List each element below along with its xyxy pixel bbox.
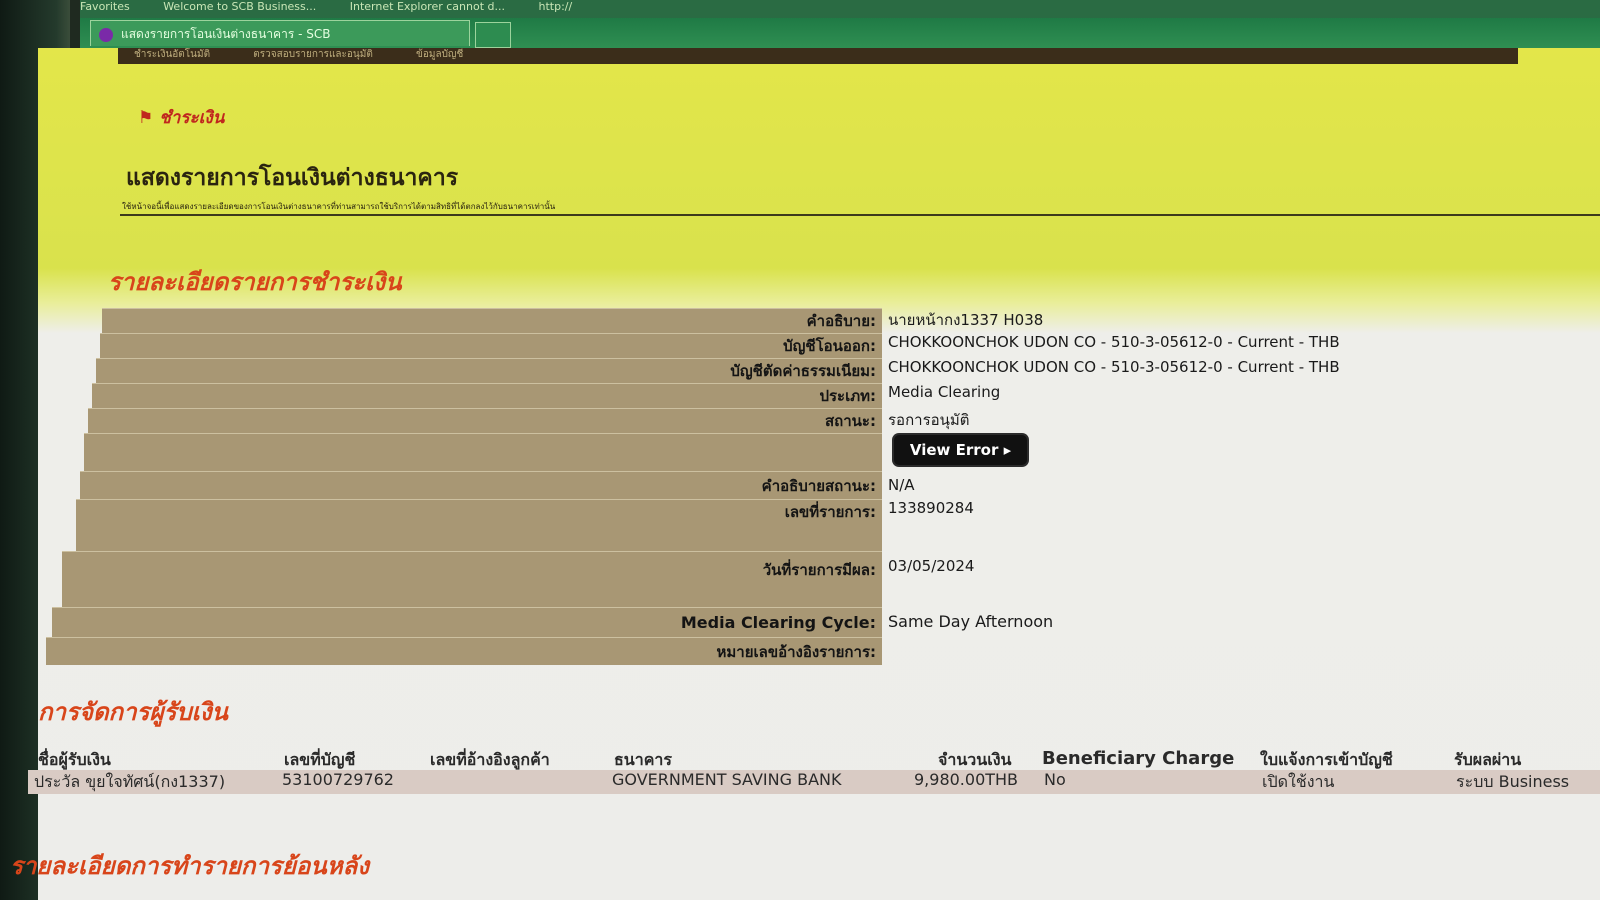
detail-row-reference: หมายเลขอ้างอิงรายการ: <box>38 637 1600 665</box>
flag-icon: ⚑ <box>138 108 154 128</box>
favorites-bar: Favorites Welcome to SCB Business... Int… <box>80 0 1600 18</box>
payee-section-title: การจัดการผู้รับเงิน <box>38 698 228 726</box>
tab-title: แสดงรายการโอนเงินต่างธนาคาร - SCB <box>121 27 331 41</box>
detail-row-status: สถานะ: รอการอนุมัติ <box>38 408 1600 433</box>
detail-row-effective-date: วันที่รายการมีผล: 03/05/2024 <box>38 551 1600 607</box>
detail-value: 133890284 <box>888 499 974 517</box>
page-subtitle: ใช้หน้าจอนี้เพื่อแสดงรายละเอียดของการโอน… <box>122 202 556 211</box>
breadcrumb[interactable]: ⚑ ชำระเงิน <box>138 104 224 131</box>
detail-row-view-error: View Error ▸ <box>38 433 1600 471</box>
column-header: Beneficiary Charge <box>1042 748 1235 769</box>
new-tab-button[interactable] <box>475 22 511 48</box>
detail-row-type: ประเภท: Media Clearing <box>38 383 1600 408</box>
nav-item[interactable]: ชำระเงินอัตโนมัติ <box>134 49 210 60</box>
top-navigation: ชำระเงินอัตโนมัติ ตรวจสอบรายการและอนุมัต… <box>118 48 1518 64</box>
favorites-link[interactable]: Favorites <box>80 0 130 13</box>
detail-label-empty <box>84 433 882 471</box>
detail-value: CHOKKOONCHOK UDON CO - 510-3-05612-0 - C… <box>888 358 1340 376</box>
receive-via: ระบบ Business <box>1456 772 1570 791</box>
beneficiary-charge: No <box>1044 770 1066 789</box>
detail-value: CHOKKOONCHOK UDON CO - 510-3-05612-0 - C… <box>888 333 1340 351</box>
favorite-item[interactable]: http:// <box>538 0 572 13</box>
detail-value: รอการอนุมัติ <box>888 411 970 429</box>
payee-account-number: 53100729762 <box>282 770 394 789</box>
detail-row-debit-account: บัญชีโอนออก: CHOKKOONCHOK UDON CO - 510-… <box>38 333 1600 358</box>
detail-value: นายหน้ากง1337 H038 <box>888 311 1044 329</box>
detail-value: N/A <box>888 476 915 494</box>
breadcrumb-label: ชำระเงิน <box>159 108 225 128</box>
detail-label: คำอธิบายสถานะ: <box>80 471 882 499</box>
detail-label: สถานะ: <box>88 408 882 433</box>
favorite-item[interactable]: Welcome to SCB Business... <box>163 0 316 13</box>
detail-label: วันที่รายการมีผล: <box>62 551 882 607</box>
payee-amount: 9,980.00THB <box>914 770 1019 789</box>
detail-label: Media Clearing Cycle: <box>52 607 882 637</box>
detail-label: หมายเลขอ้างอิงรายการ: <box>46 637 882 665</box>
history-section-title: รายละเอียดการทำรายการย้อนหลัง <box>10 852 369 880</box>
browser-tab[interactable]: แสดงรายการโอนเงินต่างธนาคาร - SCB <box>90 20 470 46</box>
nav-item[interactable]: ตรวจสอบรายการและอนุมัติ <box>253 49 373 60</box>
detail-value: Same Day Afternoon <box>888 612 1054 631</box>
detail-row-status-description: คำอธิบายสถานะ: N/A <box>38 471 1600 499</box>
page-title: แสดงรายการโอนเงินต่างธนาคาร <box>126 165 459 191</box>
view-error-button[interactable]: View Error ▸ <box>894 435 1027 465</box>
title-divider <box>120 214 1600 216</box>
detail-label: เลขที่รายการ: <box>76 499 882 551</box>
detail-label: คำอธิบาย: <box>102 308 882 333</box>
payee-table-header: ชื่อผู้รับเงิน เลขที่บัญชี เลขที่อ้างอิง… <box>38 748 1600 770</box>
table-row[interactable]: ประวัล ขุยใจทัศน์(กง1337) 53100729762 GO… <box>28 770 1600 794</box>
page-content: ชำระเงินอัตโนมัติ ตรวจสอบรายการและอนุมัต… <box>10 48 1600 900</box>
nav-item[interactable]: ข้อมูลบัญชี <box>416 49 463 60</box>
site-favicon-icon <box>99 27 113 42</box>
detail-label: บัญชีตัดค่าธรรมเนียม: <box>96 358 882 383</box>
detail-label: บัญชีโอนออก: <box>100 333 882 358</box>
detail-row-transaction-number: เลขที่รายการ: 133890284 <box>38 499 1600 551</box>
credit-advice: เปิดใช้งาน <box>1262 772 1335 791</box>
payee-name: ประวัล ขุยใจทัศน์(กง1337) <box>34 772 226 791</box>
detail-row-fee-account: บัญชีตัดค่าธรรมเนียม: CHOKKOONCHOK UDON … <box>38 358 1600 383</box>
browser-tab-strip: แสดงรายการโอนเงินต่างธนาคาร - SCB <box>80 18 1600 48</box>
favorite-item[interactable]: Internet Explorer cannot d... <box>350 0 505 13</box>
detail-row-clearing-cycle: Media Clearing Cycle: Same Day Afternoon <box>38 607 1600 637</box>
detail-value: 03/05/2024 <box>888 557 975 575</box>
detail-section-title: รายละเอียดรายการชำระเงิน <box>108 268 402 296</box>
detail-label: ประเภท: <box>92 383 882 408</box>
payee-bank: GOVERNMENT SAVING BANK <box>612 770 842 789</box>
detail-row-description: คำอธิบาย: นายหน้ากง1337 H038 <box>38 308 1600 333</box>
detail-value: Media Clearing <box>888 383 1001 401</box>
